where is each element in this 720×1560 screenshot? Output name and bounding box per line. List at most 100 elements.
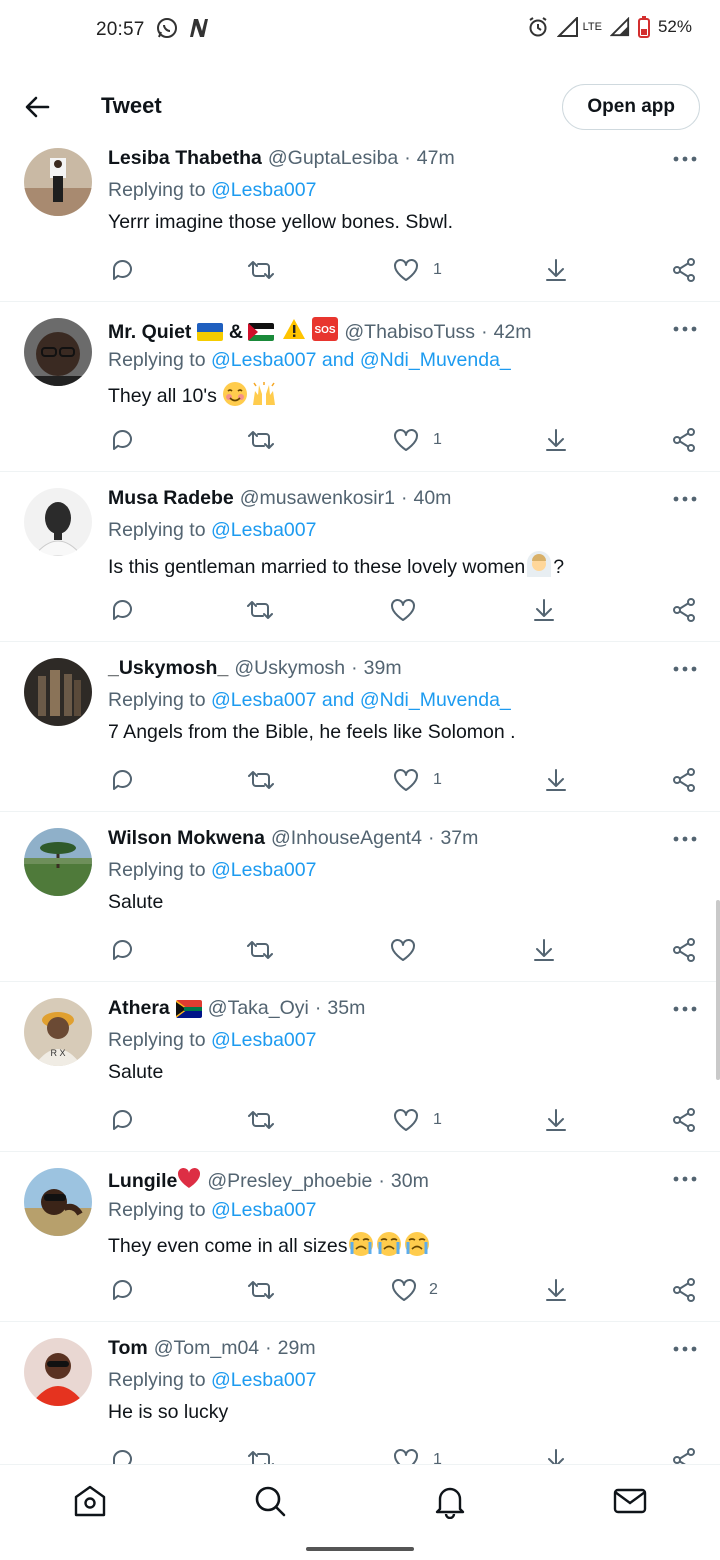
avatar[interactable] — [24, 148, 92, 216]
reply-tweet[interactable]: _Uskymosh_ @Uskymosh · 39m Replying to @… — [0, 642, 720, 812]
avatar[interactable] — [24, 1338, 92, 1406]
more-options-icon[interactable] — [672, 834, 698, 844]
like-button[interactable]: 1 — [393, 1106, 442, 1134]
mention-link[interactable]: @Lesba007 and @Ndi_Muvenda_ — [211, 349, 511, 371]
download-button[interactable] — [531, 936, 557, 964]
reply-button[interactable] — [110, 1446, 136, 1464]
mention-link[interactable]: @Lesba007 — [211, 1369, 316, 1391]
reply-tweet[interactable]: R X Athera @Taka_Oyi · 35m Replying to @… — [0, 982, 720, 1152]
reply-tweet[interactable]: Lesiba Thabetha @GuptaLesiba · 47m Reply… — [0, 132, 720, 302]
scrollbar[interactable] — [716, 900, 720, 1080]
notifications-icon[interactable] — [432, 1483, 468, 1519]
reply-button[interactable] — [110, 426, 136, 454]
mention-link[interactable]: @Lesba007 — [211, 179, 316, 201]
download-button[interactable] — [543, 1276, 569, 1304]
user-handle[interactable]: @InhouseAgent4 — [271, 827, 422, 850]
reply-button[interactable] — [110, 936, 136, 964]
more-options-icon[interactable] — [672, 324, 698, 334]
avatar[interactable] — [24, 658, 92, 726]
reply-button[interactable] — [110, 256, 136, 284]
search-icon[interactable] — [252, 1483, 288, 1519]
tweet-time[interactable]: 47m — [417, 147, 455, 170]
tweet-time[interactable]: 42m — [494, 321, 532, 344]
retweet-button[interactable] — [246, 1106, 276, 1134]
download-button[interactable] — [543, 256, 569, 284]
like-button[interactable]: 1 — [393, 256, 442, 284]
avatar[interactable] — [24, 318, 92, 386]
more-options-icon[interactable] — [672, 1004, 698, 1014]
user-handle[interactable]: @ThabisoTuss — [344, 321, 475, 344]
like-button[interactable]: 1 — [393, 1446, 442, 1464]
like-button[interactable]: 1 — [393, 426, 442, 454]
tweet-time[interactable]: 40m — [413, 487, 451, 510]
share-button[interactable] — [671, 1276, 697, 1304]
replies-feed[interactable]: Lesiba Thabetha @GuptaLesiba · 47m Reply… — [0, 132, 720, 1464]
display-name[interactable]: Lesiba Thabetha — [108, 147, 262, 170]
share-button[interactable] — [671, 936, 697, 964]
more-options-icon[interactable] — [672, 154, 698, 164]
download-button[interactable] — [531, 596, 557, 624]
avatar[interactable]: R X — [24, 998, 92, 1066]
more-options-icon[interactable] — [672, 494, 698, 504]
display-name[interactable]: Tom — [108, 1337, 148, 1360]
messages-icon[interactable] — [612, 1483, 648, 1519]
tweet-time[interactable]: 29m — [278, 1337, 316, 1360]
display-name[interactable]: Lungile — [108, 1170, 177, 1193]
tweet-time[interactable]: 30m — [391, 1170, 429, 1193]
download-button[interactable] — [543, 426, 569, 454]
retweet-button[interactable] — [246, 256, 276, 284]
retweet-button[interactable] — [246, 1446, 276, 1464]
reply-tweet[interactable]: Musa Radebe @musawenkosir1 · 40m Replyin… — [0, 472, 720, 642]
home-icon[interactable] — [72, 1483, 108, 1519]
retweet-button[interactable] — [246, 766, 276, 794]
tweet-time[interactable]: 37m — [440, 827, 478, 850]
user-handle[interactable]: @Tom_m04 — [154, 1337, 259, 1360]
share-button[interactable] — [671, 1446, 697, 1464]
download-button[interactable] — [543, 1106, 569, 1134]
reply-tweet[interactable]: Wilson Mokwena @InhouseAgent4 · 37m Repl… — [0, 812, 720, 982]
share-button[interactable] — [671, 1106, 697, 1134]
display-name[interactable]: Wilson Mokwena — [108, 827, 265, 850]
retweet-button[interactable] — [246, 426, 276, 454]
reply-tweet[interactable]: Lungile @Presley_phoebie · 30m Replying … — [0, 1152, 720, 1322]
like-button[interactable] — [390, 936, 416, 964]
mention-link[interactable]: @Lesba007 and @Ndi_Muvenda_ — [211, 689, 511, 711]
reply-tweet[interactable]: Mr. Quiet & SOS @ThabisoTuss · 42m Reply… — [0, 302, 720, 472]
retweet-button[interactable] — [245, 596, 275, 624]
reply-tweet[interactable]: Tom @Tom_m04 · 29m Replying to @Lesba007… — [0, 1322, 720, 1464]
user-handle[interactable]: @Uskymosh — [234, 657, 345, 680]
reply-button[interactable] — [110, 1106, 136, 1134]
like-button[interactable]: 2 — [391, 1276, 438, 1304]
avatar[interactable] — [24, 828, 92, 896]
reply-button[interactable] — [110, 766, 136, 794]
share-button[interactable] — [671, 766, 697, 794]
avatar[interactable] — [24, 1168, 92, 1236]
more-options-icon[interactable] — [672, 1344, 698, 1354]
more-options-icon[interactable] — [672, 664, 698, 674]
back-arrow-icon[interactable] — [22, 92, 52, 122]
mention-link[interactable]: @Lesba007 — [211, 1029, 316, 1051]
user-handle[interactable]: @Presley_phoebie — [207, 1170, 372, 1193]
retweet-button[interactable] — [245, 936, 275, 964]
more-options-icon[interactable] — [672, 1174, 698, 1184]
like-button[interactable] — [390, 596, 416, 624]
download-button[interactable] — [543, 1446, 569, 1464]
download-button[interactable] — [543, 766, 569, 794]
user-handle[interactable]: @Taka_Oyi — [208, 997, 309, 1020]
display-name[interactable]: Athera — [108, 997, 170, 1020]
mention-link[interactable]: @Lesba007 — [211, 519, 316, 541]
share-button[interactable] — [671, 256, 697, 284]
reply-button[interactable] — [110, 596, 136, 624]
tweet-time[interactable]: 39m — [364, 657, 402, 680]
share-button[interactable] — [671, 596, 697, 624]
user-handle[interactable]: @GuptaLesiba — [268, 147, 398, 170]
open-app-button[interactable]: Open app — [562, 84, 700, 130]
display-name[interactable]: Mr. Quiet — [108, 321, 191, 344]
mention-link[interactable]: @Lesba007 — [211, 859, 316, 881]
system-home-indicator[interactable] — [306, 1547, 414, 1551]
share-button[interactable] — [671, 426, 697, 454]
retweet-button[interactable] — [246, 1276, 276, 1304]
avatar[interactable] — [24, 488, 92, 556]
display-name[interactable]: Musa Radebe — [108, 487, 234, 510]
display-name[interactable]: _Uskymosh_ — [108, 657, 228, 680]
